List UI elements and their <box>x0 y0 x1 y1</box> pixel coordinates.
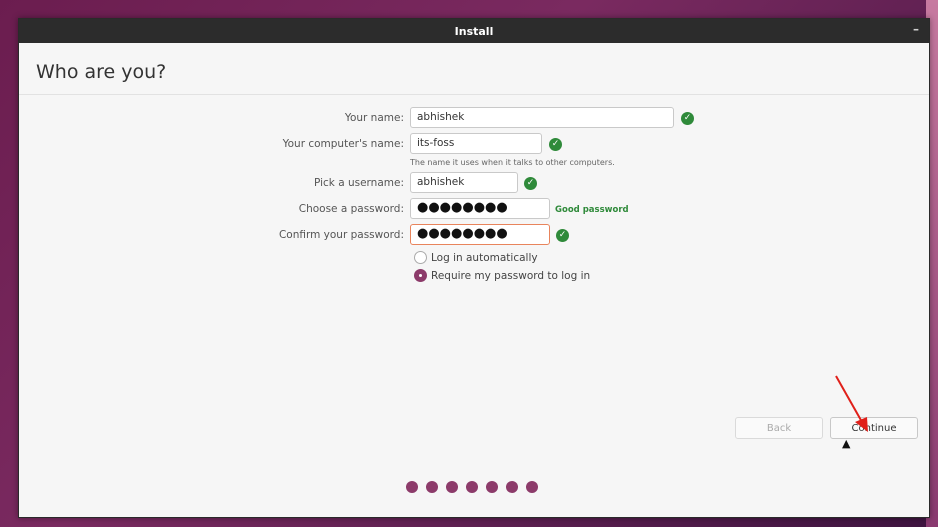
progress-dot <box>526 481 538 493</box>
confirm-password-label: Confirm your password: <box>278 229 404 241</box>
progress-dot <box>446 481 458 493</box>
check-circle-icon: ✓ <box>549 138 562 151</box>
log-in-automatically-option[interactable]: Log in automatically <box>414 251 538 264</box>
back-button[interactable]: Back <box>735 417 823 439</box>
page-title: Who are you? <box>36 61 167 83</box>
computer-name-input[interactable]: its-foss <box>410 133 542 154</box>
progress-dot <box>406 481 418 493</box>
password-input[interactable]: ●●●●●●●● <box>410 198 550 219</box>
mouse-pointer-icon: ▲ <box>842 437 851 450</box>
header-divider <box>19 94 929 95</box>
password-label: Choose a password: <box>298 203 404 215</box>
progress-dots <box>406 481 538 493</box>
require-password-label: Require my password to log in <box>431 269 591 282</box>
check-circle-icon: ✓ <box>556 229 569 242</box>
check-circle-icon: ✓ <box>681 112 694 125</box>
require-password-option[interactable]: Require my password to log in <box>414 269 590 282</box>
installer-window: Install – Who are you? Your name: abhish… <box>18 18 930 518</box>
progress-dot <box>426 481 438 493</box>
red-arrow-annotation-icon <box>835 375 868 432</box>
radio-selected-icon[interactable] <box>414 269 427 282</box>
progress-dot <box>506 481 518 493</box>
check-circle-icon: ✓ <box>524 177 537 190</box>
progress-dot <box>486 481 498 493</box>
username-label: Pick a username: <box>313 177 404 189</box>
username-input[interactable]: abhishek <box>410 172 518 193</box>
confirm-password-input[interactable]: ●●●●●●●● <box>410 224 550 245</box>
progress-dot <box>466 481 478 493</box>
computer-name-hint: The name it uses when it talks to other … <box>410 158 615 167</box>
your-name-input[interactable]: abhishek <box>410 107 674 128</box>
window-titlebar: Install – <box>19 19 929 43</box>
password-strength: Good password <box>555 205 629 215</box>
log-in-automatically-label: Log in automatically <box>431 251 538 264</box>
minimize-icon[interactable]: – <box>913 22 919 36</box>
your-name-label: Your name: <box>344 112 404 124</box>
computer-name-label: Your computer's name: <box>282 138 404 150</box>
window-title: Install <box>454 24 494 38</box>
radio-unselected-icon[interactable] <box>414 251 427 264</box>
